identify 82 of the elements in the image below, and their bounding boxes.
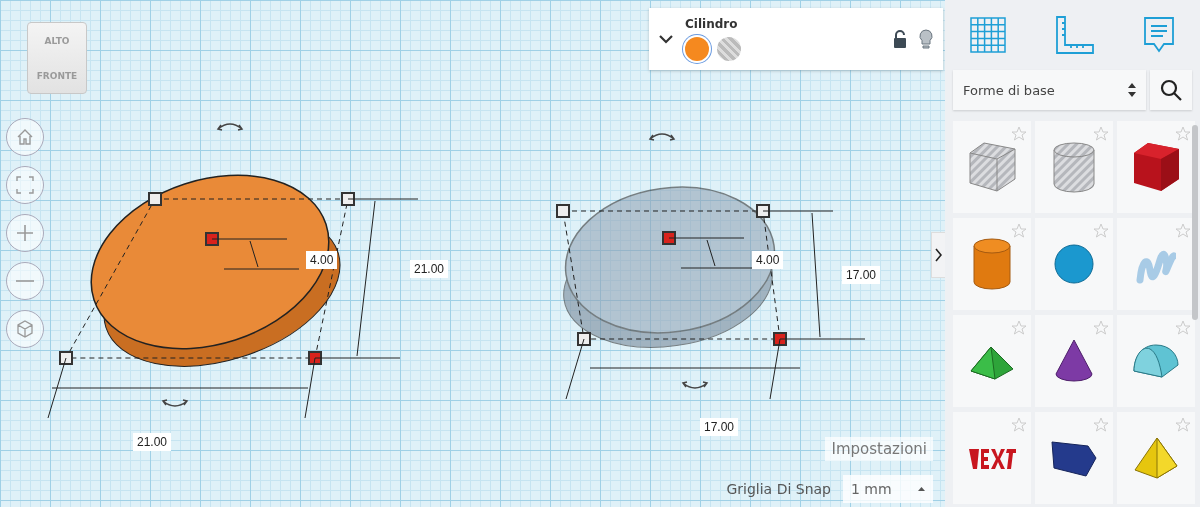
ruler-tool-button[interactable]	[1054, 15, 1095, 55]
padlock-icon	[893, 30, 907, 48]
workplane-grid[interactable]: 4.00 21.00 21.00 4.00 17.00 17.00 ALTO FRONTE Cilindro Impostazioni Griglia Di Snap 1 mm	[0, 0, 945, 507]
shape-tile[interactable]	[1117, 412, 1195, 504]
rotate-icon	[649, 133, 675, 141]
box-icon	[1131, 141, 1181, 193]
cylinder-hole-icon	[1052, 141, 1096, 193]
cube-icon	[16, 320, 34, 338]
box-hole-icon	[967, 141, 1017, 193]
zoom-out-button[interactable]	[6, 262, 44, 300]
shape-tile[interactable]	[953, 315, 1031, 407]
star-icon[interactable]	[1093, 320, 1109, 336]
ruler-icon	[1054, 15, 1095, 55]
star-icon[interactable]	[1011, 417, 1027, 433]
solid-color-swatch[interactable]	[685, 37, 709, 61]
scrollbar[interactable]	[1192, 125, 1198, 320]
note-icon	[1142, 15, 1177, 55]
width-value[interactable]: 21.00	[133, 433, 172, 451]
shape-tile[interactable]	[1117, 315, 1195, 407]
depth-value[interactable]: 17.00	[842, 266, 881, 284]
star-icon[interactable]	[1011, 126, 1027, 142]
shape-tile[interactable]	[1035, 218, 1113, 310]
plus-icon	[16, 224, 34, 242]
rotate-icon	[162, 399, 188, 407]
star-icon[interactable]	[1093, 126, 1109, 142]
fit-button[interactable]	[6, 166, 44, 204]
home-button[interactable]	[6, 118, 44, 156]
star-icon[interactable]	[1093, 417, 1109, 433]
prism-icon	[1050, 438, 1098, 478]
collapse-button[interactable]	[659, 34, 673, 44]
pyramid-icon	[1133, 436, 1179, 480]
shape-tile[interactable]	[953, 412, 1031, 504]
grid-icon	[968, 16, 1007, 54]
chevron-icon	[659, 34, 673, 44]
search-icon	[1160, 79, 1182, 101]
cube-face-label: FRONTE	[36, 70, 78, 81]
perspective-button[interactable]	[6, 310, 44, 348]
height-value[interactable]: 4.00	[752, 251, 784, 269]
visibility-button[interactable]	[919, 29, 933, 49]
shape-tile[interactable]	[953, 218, 1031, 310]
panel-toggle-button[interactable]	[931, 232, 945, 278]
star-icon[interactable]	[1175, 126, 1191, 142]
cone-icon	[1054, 338, 1094, 384]
star-icon[interactable]	[1011, 223, 1027, 239]
shape-tile[interactable]	[1035, 412, 1113, 504]
search-button[interactable]	[1150, 70, 1192, 110]
snap-grid-label: Griglia Di Snap	[726, 481, 831, 497]
chevron-icon	[935, 248, 942, 262]
fit-view-icon	[16, 176, 34, 194]
rotate-icon	[682, 381, 708, 389]
minus-icon	[16, 280, 34, 282]
height-value[interactable]: 4.00	[306, 251, 338, 269]
settings-button[interactable]: Impostazioni	[825, 437, 933, 461]
snap-grid-select[interactable]: 1 mm	[843, 475, 933, 503]
hole-swatch[interactable]	[717, 37, 741, 61]
cylinder-icon	[972, 237, 1012, 291]
shape-tile[interactable]	[1035, 121, 1113, 213]
rotate-icon	[217, 123, 243, 131]
shape-tile[interactable]	[1117, 218, 1195, 310]
shape-name: Cilindro	[685, 17, 739, 31]
shape-tile[interactable]	[953, 121, 1031, 213]
up-down-caret-icon	[1128, 83, 1136, 97]
shape-tile[interactable]	[1117, 121, 1195, 213]
zoom-in-button[interactable]	[6, 214, 44, 252]
notes-tool-button[interactable]	[1142, 15, 1177, 55]
depth-value[interactable]: 21.00	[410, 260, 449, 278]
star-icon[interactable]	[1093, 223, 1109, 239]
lock-button[interactable]	[893, 30, 907, 48]
cube-face-label: ALTO	[44, 35, 70, 46]
round-roof-icon	[1132, 341, 1180, 381]
star-icon[interactable]	[1175, 223, 1191, 239]
home-icon	[16, 128, 34, 146]
sphere-icon	[1054, 244, 1094, 284]
light-bulb-icon	[919, 29, 933, 49]
width-value[interactable]: 17.00	[700, 418, 739, 436]
grid-tool-button[interactable]	[968, 16, 1007, 54]
star-icon[interactable]	[1011, 320, 1027, 336]
shape-tile[interactable]	[1035, 315, 1113, 407]
star-icon[interactable]	[1175, 320, 1191, 336]
caret-icon	[918, 487, 925, 491]
category-select[interactable]: Forme di base	[953, 70, 1146, 110]
star-icon[interactable]	[1175, 417, 1191, 433]
